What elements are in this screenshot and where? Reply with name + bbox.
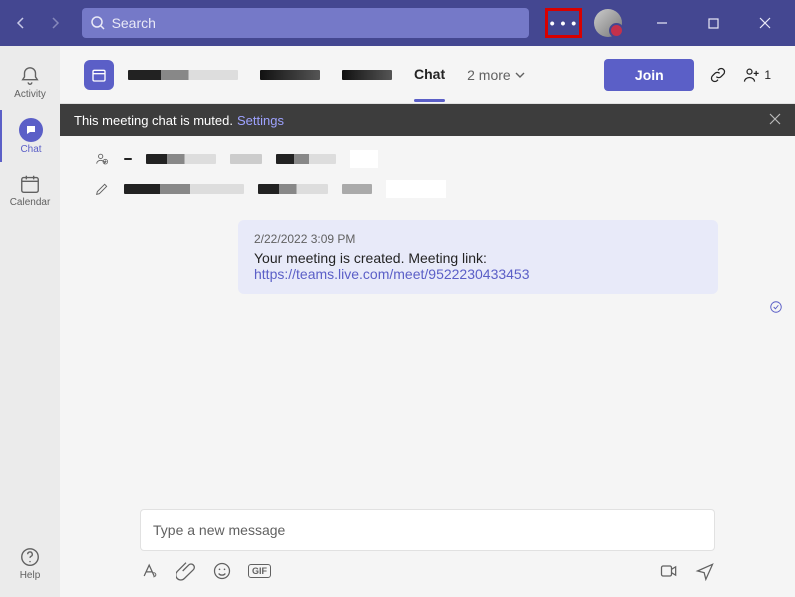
chat-icon [19,118,43,142]
participants-button[interactable]: 1 [742,65,771,85]
header-title-group: Chat 2 more [128,66,525,84]
rail-help-label: Help [20,570,41,581]
meeting-detail-redacted-1 [124,184,244,194]
meeting-detail-redacted-2 [258,184,328,194]
header-tab-redacted-2[interactable] [342,70,392,80]
ellipsis-icon: • • • [550,15,577,31]
meeting-title-redacted [128,70,238,80]
attendees-row [94,150,761,168]
more-options-button[interactable]: • • • [545,8,583,38]
composer-toolbar: GIF [140,561,715,581]
read-receipt-icon [238,300,783,319]
send-button[interactable] [695,561,715,581]
copy-link-icon[interactable] [708,65,728,85]
chat-header: Chat 2 more Join 1 [60,46,795,104]
rail-calendar-label: Calendar [10,197,51,208]
meeting-icon [84,60,114,90]
header-tab-redacted-1[interactable] [260,70,320,80]
attach-icon[interactable] [176,561,196,581]
rail-chat[interactable]: Chat [0,110,60,162]
add-people-icon[interactable] [94,151,110,167]
main-area: Chat 2 more Join 1 This meeting chat is … [60,46,795,597]
message-input[interactable]: Type a new message [140,509,715,551]
chat-content: 2/22/2022 3:09 PM Your meeting is create… [60,136,795,499]
rail-help[interactable]: Help [0,537,60,589]
close-window-button[interactable] [743,1,787,45]
app-rail: Activity Chat Calendar Help [0,46,60,597]
forward-button[interactable] [42,10,68,36]
gif-button[interactable]: GIF [248,564,271,578]
attendee-name-redacted-2 [276,154,336,164]
participant-count: 1 [764,68,771,82]
message-timestamp: 2/22/2022 3:09 PM [254,232,702,246]
message-body: Your meeting is created. Meeting link: [254,250,702,266]
rail-activity[interactable]: Activity [0,56,60,108]
message-card: 2/22/2022 3:09 PM Your meeting is create… [238,220,718,294]
notes-row [94,180,761,198]
search-placeholder: Search [112,15,156,31]
tabs-more-button[interactable]: 2 more [467,67,525,83]
message-input-placeholder: Type a new message [153,522,285,538]
format-icon[interactable] [140,561,160,581]
maximize-button[interactable] [692,1,736,45]
tab-chat[interactable]: Chat [414,66,445,84]
join-button[interactable]: Join [604,59,694,91]
title-bar: Search • • • [0,0,795,46]
profile-avatar[interactable] [594,9,622,37]
banner-settings-link[interactable]: Settings [237,113,284,128]
message-group: 2/22/2022 3:09 PM Your meeting is create… [238,220,761,319]
banner-text: This meeting chat is muted. [74,113,233,128]
rail-activity-label: Activity [14,89,46,100]
minimize-button[interactable] [640,1,684,45]
back-button[interactable] [8,10,34,36]
people-icon [742,65,762,85]
chevron-down-icon [515,70,525,80]
muted-banner: This meeting chat is muted. Settings [60,104,795,136]
meet-now-icon[interactable] [659,561,679,581]
attendee-name-redacted-1 [146,154,216,164]
emoji-icon[interactable] [212,561,232,581]
search-input[interactable]: Search [82,8,529,38]
rail-chat-label: Chat [20,144,41,155]
banner-close-button[interactable] [769,113,781,128]
composer: Type a new message GIF [60,499,795,597]
meeting-link[interactable]: https://teams.live.com/meet/952223043345… [254,266,530,282]
edit-icon[interactable] [94,181,110,197]
rail-calendar[interactable]: Calendar [0,164,60,216]
